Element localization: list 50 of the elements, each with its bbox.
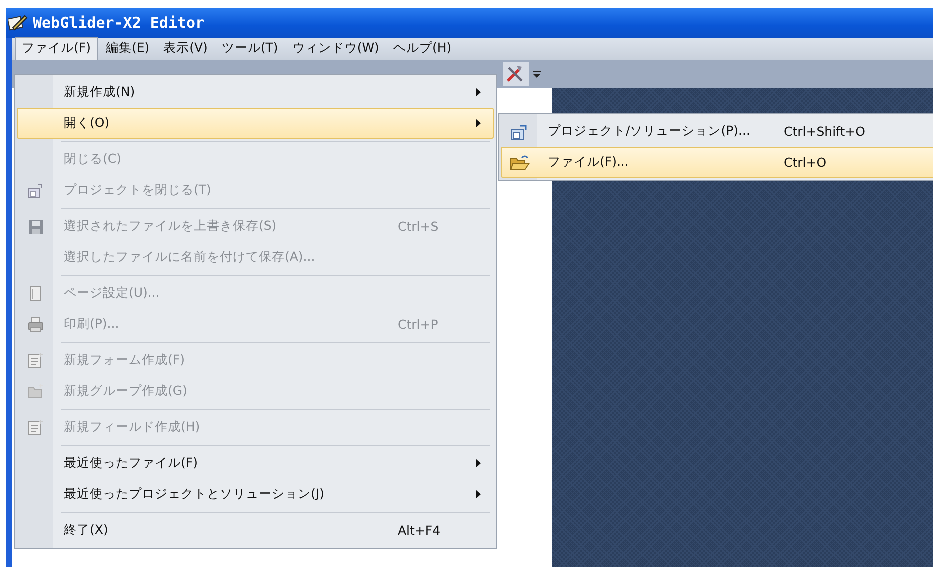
menu-item-label: 印刷(P)... bbox=[64, 316, 120, 333]
menu-item-label: プロジェクト/ソリューション(P)... bbox=[548, 123, 752, 140]
menu-item[interactable]: 最近使ったファイル(F) bbox=[17, 448, 494, 479]
menu-bar-item[interactable]: ウィンドウ(W) bbox=[286, 38, 386, 60]
page-icon bbox=[28, 286, 44, 302]
shortcut-label: Ctrl+Shift+O bbox=[784, 124, 866, 139]
shortcut-label: Alt+F4 bbox=[398, 523, 442, 538]
open-folder-icon bbox=[510, 154, 530, 172]
shortcut-label: Ctrl+O bbox=[784, 155, 828, 170]
menu-item[interactable]: 終了(X) Alt+F4 bbox=[17, 515, 494, 546]
menu-item-label: 開く(O) bbox=[64, 115, 111, 132]
menu-item[interactable]: 新規作成(N) bbox=[17, 77, 494, 108]
menu-item[interactable]: 開く(O) bbox=[17, 108, 494, 139]
submenu-arrow-icon bbox=[476, 490, 481, 499]
menu-item[interactable]: ファイル(F)... Ctrl+O bbox=[501, 147, 933, 178]
menu-item-label: 最近使ったファイル(F) bbox=[64, 455, 199, 472]
project-icon bbox=[511, 122, 529, 140]
menu-item-label: 選択されたファイルを上書き保存(S) bbox=[64, 218, 278, 235]
menu-item-label: 新規フォーム作成(F) bbox=[64, 352, 186, 369]
menu-item-label: 最近使ったプロジェクトとソリューション(J) bbox=[64, 486, 326, 503]
menu-item-label: ファイル(F)... bbox=[548, 154, 630, 171]
shortcut-label: Ctrl+S bbox=[398, 219, 440, 234]
menu-item-label: 新規グループ作成(G) bbox=[64, 383, 188, 400]
project-icon bbox=[28, 182, 44, 198]
menu-item-label: ページ設定(U)... bbox=[64, 285, 161, 302]
form-icon bbox=[28, 352, 44, 368]
submenu-arrow-icon bbox=[476, 459, 481, 468]
menu-item-label: 閉じる(C) bbox=[64, 151, 122, 168]
menu-item-label: 新規フィールド作成(H) bbox=[64, 419, 202, 436]
window-title: WebGlider-X2 Editor bbox=[33, 14, 205, 32]
tools-icon[interactable] bbox=[503, 62, 529, 86]
menu-item-label: 終了(X) bbox=[64, 522, 110, 539]
menu-bar-item[interactable]: ヘルプ(H) bbox=[387, 38, 458, 60]
submenu-arrow-icon bbox=[476, 119, 481, 128]
menu-item-label: 新規作成(N) bbox=[64, 84, 136, 101]
menu-bar-item[interactable]: ツール(T) bbox=[216, 38, 284, 60]
menu-bar-item[interactable]: 表示(V) bbox=[158, 38, 214, 60]
shortcut-label: Ctrl+P bbox=[398, 317, 440, 332]
printer-icon bbox=[28, 316, 44, 332]
submenu-arrow-icon bbox=[476, 88, 481, 97]
menu-item[interactable]: プロジェクト/ソリューション(P)... Ctrl+Shift+O bbox=[501, 116, 933, 147]
folder-icon bbox=[28, 384, 44, 400]
menu-item[interactable]: 最近使ったプロジェクトとソリューション(J) bbox=[17, 479, 494, 510]
pencil-notepad-icon bbox=[8, 14, 28, 32]
form-icon bbox=[28, 420, 44, 436]
menu-item-label: 選択したファイルに名前を付けて保存(A)... bbox=[64, 249, 316, 266]
overflow-icon[interactable] bbox=[533, 69, 541, 79]
menu-bar-item[interactable]: ファイル(F) bbox=[15, 37, 98, 60]
menu-bar-item[interactable]: 編集(E) bbox=[100, 38, 156, 60]
menu-item-label: プロジェクトを閉じる(T) bbox=[64, 182, 212, 199]
